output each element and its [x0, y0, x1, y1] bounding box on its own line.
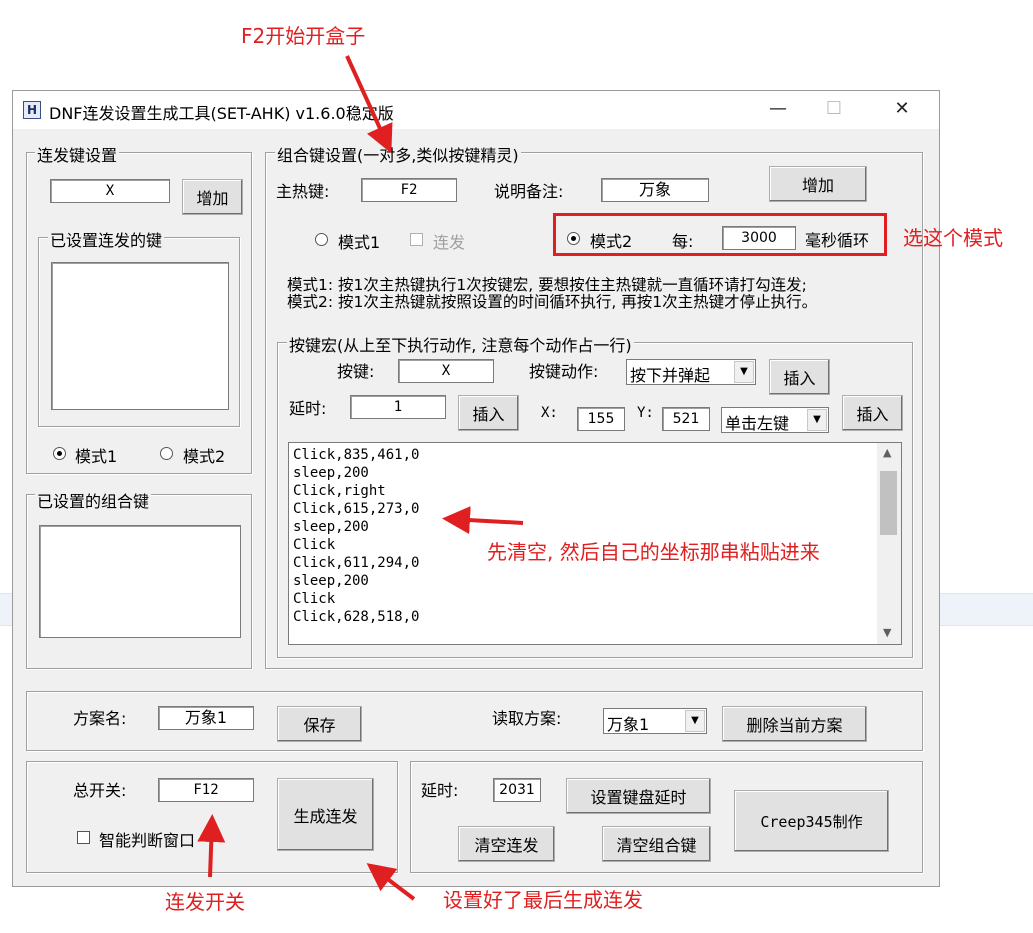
f2-annotation: F2开始开盒子 [241, 24, 366, 48]
paste-annotation: 先清空, 然后自己的坐标那串粘贴进来 [487, 540, 820, 564]
f2-arrow [345, 55, 393, 154]
switch-arrow [197, 814, 226, 878]
mode-annotation: 选这个模式 [903, 226, 1003, 250]
generate-arrow [366, 863, 416, 901]
annotation-arrows [197, 55, 524, 901]
paste-arrow [442, 506, 524, 535]
switch-annotation: 连发开关 [165, 890, 245, 914]
generate-annotation: 设置好了最后生成连发 [443, 888, 643, 912]
